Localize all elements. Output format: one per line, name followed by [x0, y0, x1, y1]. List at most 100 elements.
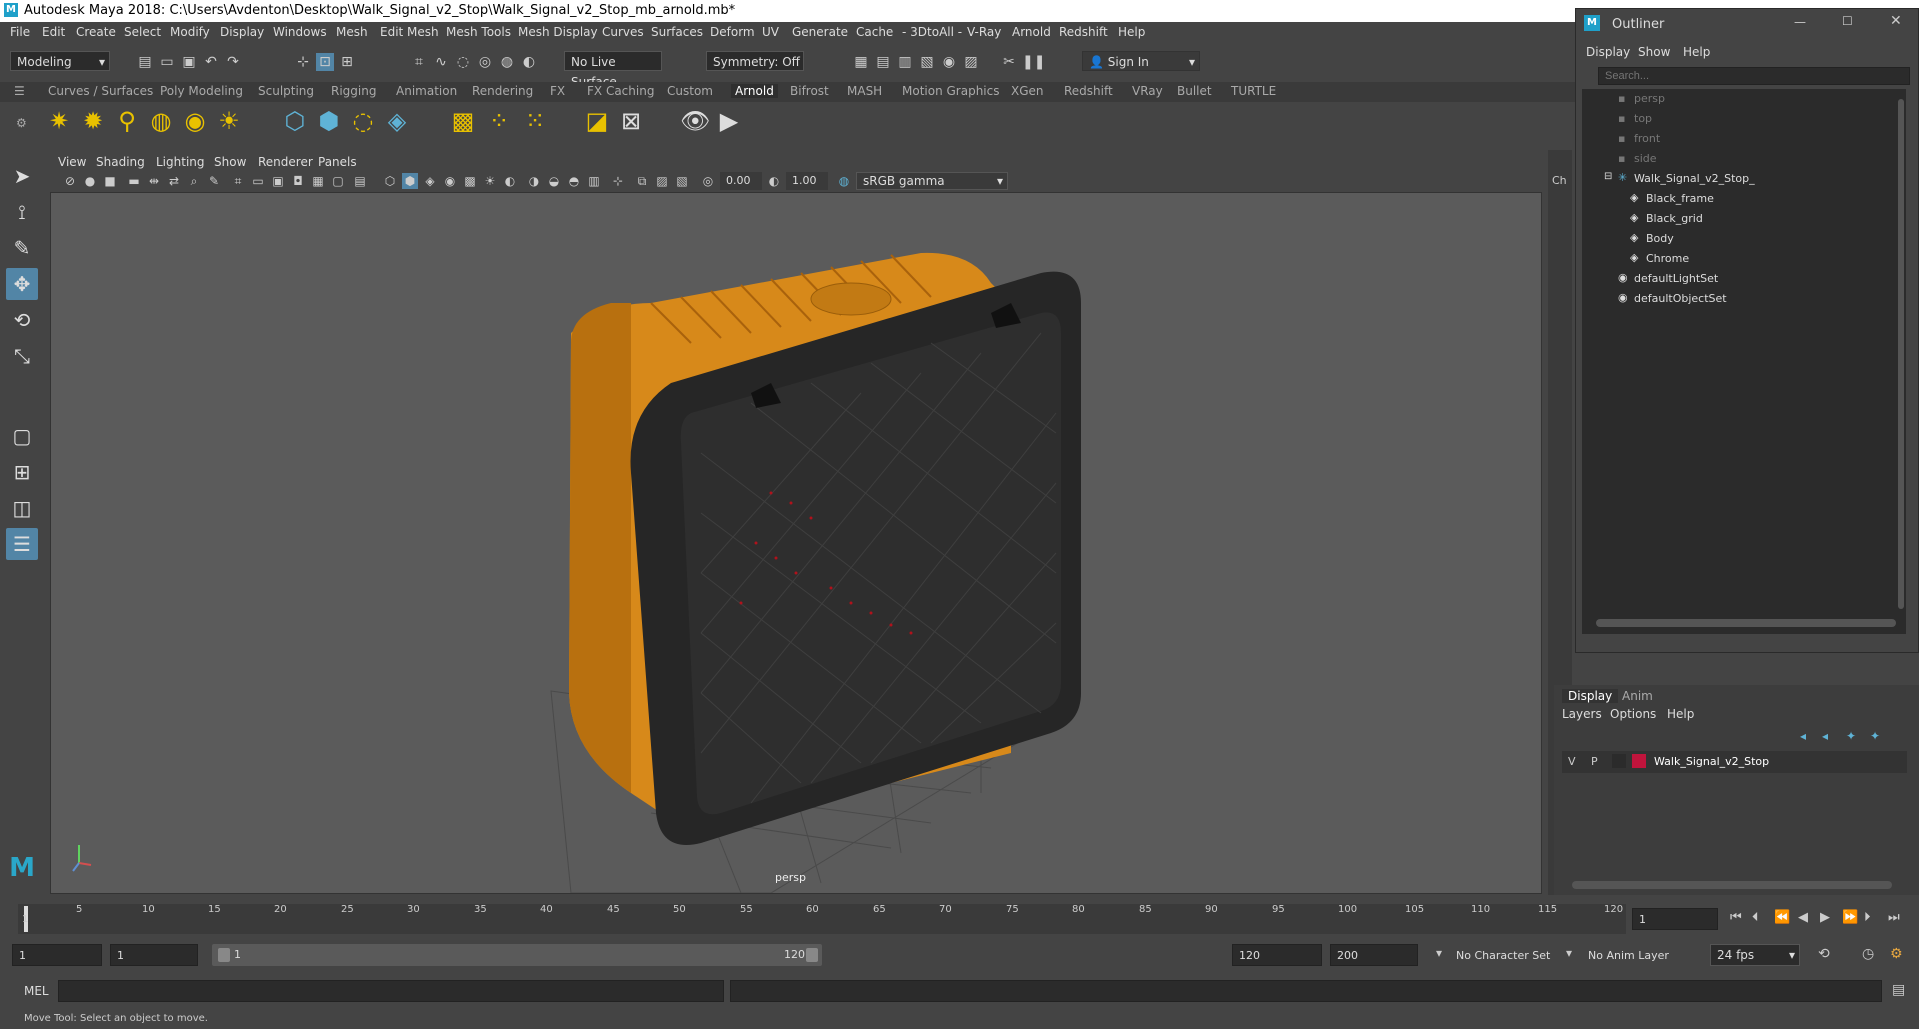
- snap-view-icon[interactable]: ◎: [476, 53, 494, 71]
- menu-edit[interactable]: Edit: [42, 25, 65, 39]
- tab-curves-surfaces[interactable]: Curves / Surfaces: [48, 84, 153, 98]
- shelf-settings-icon[interactable]: ⚙: [16, 116, 27, 130]
- menu-generate[interactable]: Generate: [792, 25, 848, 39]
- paint-select-tool-icon[interactable]: ✎: [6, 232, 38, 264]
- tab-motion-graphics[interactable]: Motion Graphics: [902, 84, 1000, 98]
- undo-icon[interactable]: ↶: [202, 53, 220, 71]
- move-tool-icon[interactable]: ✥: [6, 268, 38, 300]
- move-layer-up-icon[interactable]: ◂: [1800, 729, 1806, 743]
- snap-grid-icon[interactable]: ⌗: [410, 53, 428, 71]
- standin-icon[interactable]: ⬡: [280, 106, 310, 136]
- volume-icon[interactable]: ◈: [382, 106, 412, 136]
- layer-visibility-toggle[interactable]: V: [1568, 755, 1576, 768]
- outliner-menu-display[interactable]: Display: [1586, 45, 1630, 59]
- exposure-field[interactable]: 0.00: [720, 172, 762, 190]
- save-scene-icon[interactable]: ▣: [180, 53, 198, 71]
- tab-rigging[interactable]: Rigging: [331, 84, 376, 98]
- viewport-menu-lighting[interactable]: Lighting: [156, 155, 205, 169]
- safe-title-icon[interactable]: ▤: [352, 173, 368, 189]
- layer-menu-help[interactable]: Help: [1667, 707, 1694, 721]
- menu-3dtoall[interactable]: - 3DtoAll -: [902, 25, 962, 39]
- outliner-item-default-object-set[interactable]: ◉ defaultObjectSet: [1582, 289, 1882, 309]
- tab-redshift[interactable]: Redshift: [1064, 84, 1113, 98]
- menu-vray[interactable]: V-Ray: [967, 25, 1001, 39]
- layer-hscrollbar[interactable]: [1572, 881, 1892, 889]
- menu-redshift[interactable]: Redshift: [1059, 25, 1108, 39]
- flush-cache-icon[interactable]: ⁙: [520, 106, 550, 136]
- shelf-menu-icon[interactable]: ☰: [14, 84, 25, 98]
- render-frame-icon[interactable]: ▦: [852, 53, 870, 71]
- snap-curve-icon[interactable]: ∿: [432, 53, 450, 71]
- viewport-menu-panels[interactable]: Panels: [318, 155, 357, 169]
- time-ruler[interactable]: 1 5 10 15 20 25 30 35 40 45 50 55 60 65 …: [18, 904, 1626, 934]
- exposure-icon[interactable]: ◎: [700, 173, 716, 189]
- arnold-render-icon[interactable]: ✂: [1000, 53, 1018, 71]
- menu-help[interactable]: Help: [1118, 25, 1145, 39]
- menu-windows[interactable]: Windows: [273, 25, 327, 39]
- sign-in-button[interactable]: 👤 Sign In ▾: [1082, 51, 1200, 71]
- outliner-vscrollbar[interactable]: [1898, 99, 1904, 609]
- outliner-layout-icon[interactable]: ☰: [6, 528, 38, 560]
- outliner-item-persp[interactable]: ▪ persp: [1582, 89, 1882, 109]
- viewport-persp[interactable]: persp: [50, 192, 1542, 894]
- menu-create[interactable]: Create: [76, 25, 116, 39]
- tab-fx-caching[interactable]: FX Caching: [587, 84, 654, 98]
- gamma-field[interactable]: 1.00: [786, 172, 828, 190]
- menu-select[interactable]: Select: [124, 25, 161, 39]
- camera-zoom-icon[interactable]: ⌕: [186, 173, 202, 189]
- range-handle-start[interactable]: [218, 948, 230, 962]
- ambient-occlusion-icon[interactable]: ◑: [526, 173, 542, 189]
- hud-icon[interactable]: ▧: [674, 173, 690, 189]
- grid-toggle-icon[interactable]: ⌗: [230, 173, 246, 189]
- bookmark-icon[interactable]: ■: [102, 173, 118, 189]
- wireframe-icon[interactable]: ⬡: [382, 173, 398, 189]
- step-back-icon[interactable]: ⏴: [1752, 910, 1759, 925]
- redo-icon[interactable]: ↷: [224, 53, 242, 71]
- open-scene-icon[interactable]: ▭: [158, 53, 176, 71]
- mesh-light-icon[interactable]: ◉: [180, 106, 210, 136]
- export-standin-icon[interactable]: ⬢: [314, 106, 344, 136]
- color-management-icon[interactable]: ◍: [836, 173, 852, 189]
- menuset-dropdown[interactable]: Modeling ▾: [10, 51, 110, 71]
- scene-end-field[interactable]: 200: [1330, 944, 1418, 966]
- snap-point-icon[interactable]: ◌: [454, 53, 472, 71]
- select-component-icon[interactable]: ⊞: [338, 53, 356, 71]
- tx-manager-icon[interactable]: ⁘: [484, 106, 514, 136]
- select-object-icon[interactable]: ⊡: [316, 53, 334, 71]
- step-forward-key-icon[interactable]: ⏩: [1842, 910, 1858, 925]
- two-pane-layout-icon[interactable]: ◫: [6, 492, 38, 524]
- menu-edit-mesh[interactable]: Edit Mesh: [380, 25, 439, 39]
- safe-action-icon[interactable]: ▢: [330, 173, 346, 189]
- tab-fx[interactable]: FX: [550, 84, 565, 98]
- chevron-down-icon[interactable]: ▾: [1436, 946, 1442, 960]
- menu-mesh-tools[interactable]: Mesh Tools: [446, 25, 511, 39]
- tab-animation[interactable]: Animation: [396, 84, 457, 98]
- step-forward-icon[interactable]: ⏵: [1864, 910, 1871, 925]
- viewport-menu-renderer[interactable]: Renderer: [258, 155, 313, 169]
- outliner-item-black-grid[interactable]: ◈ Black_grid: [1582, 209, 1882, 229]
- outliner-hscrollbar[interactable]: [1596, 619, 1896, 627]
- render-sequence-icon[interactable]: ▤: [874, 53, 892, 71]
- resolution-gate-icon[interactable]: ▣: [270, 173, 286, 189]
- grease-pencil-icon[interactable]: ✎: [206, 173, 222, 189]
- outliner-item-walk-signal[interactable]: ⊟ ✳ Walk_Signal_v2_Stop_: [1582, 169, 1882, 189]
- xray-active-icon[interactable]: ▨: [654, 173, 670, 189]
- point-light-icon[interactable]: ✹: [78, 106, 108, 136]
- play-forwards-icon[interactable]: ▶: [1820, 910, 1830, 925]
- snap-pivot-icon[interactable]: ◐: [520, 53, 538, 71]
- gamma-icon[interactable]: ◐: [766, 173, 782, 189]
- menu-deform[interactable]: Deform: [710, 25, 755, 39]
- layer-menu-layers[interactable]: Layers: [1562, 707, 1602, 721]
- tab-vray[interactable]: VRay: [1132, 84, 1163, 98]
- tab-custom[interactable]: Custom: [667, 84, 713, 98]
- image-plane-icon[interactable]: ▬: [126, 173, 142, 189]
- pause-icon[interactable]: ❚❚: [1022, 53, 1045, 71]
- layer-row[interactable]: V P Walk_Signal_v2_Stop: [1562, 751, 1907, 773]
- move-layer-down-icon[interactable]: ◂: [1822, 729, 1828, 743]
- play-backwards-icon[interactable]: ◀: [1798, 910, 1808, 925]
- xray-icon[interactable]: ◉: [442, 173, 458, 189]
- outliner-item-default-light-set[interactable]: ◉ defaultLightSet: [1582, 269, 1882, 289]
- layer-playback-toggle[interactable]: P: [1591, 755, 1598, 768]
- outliner-search-input[interactable]: [1598, 67, 1910, 85]
- anim-prefs-icon[interactable]: ⚙: [1890, 946, 1903, 962]
